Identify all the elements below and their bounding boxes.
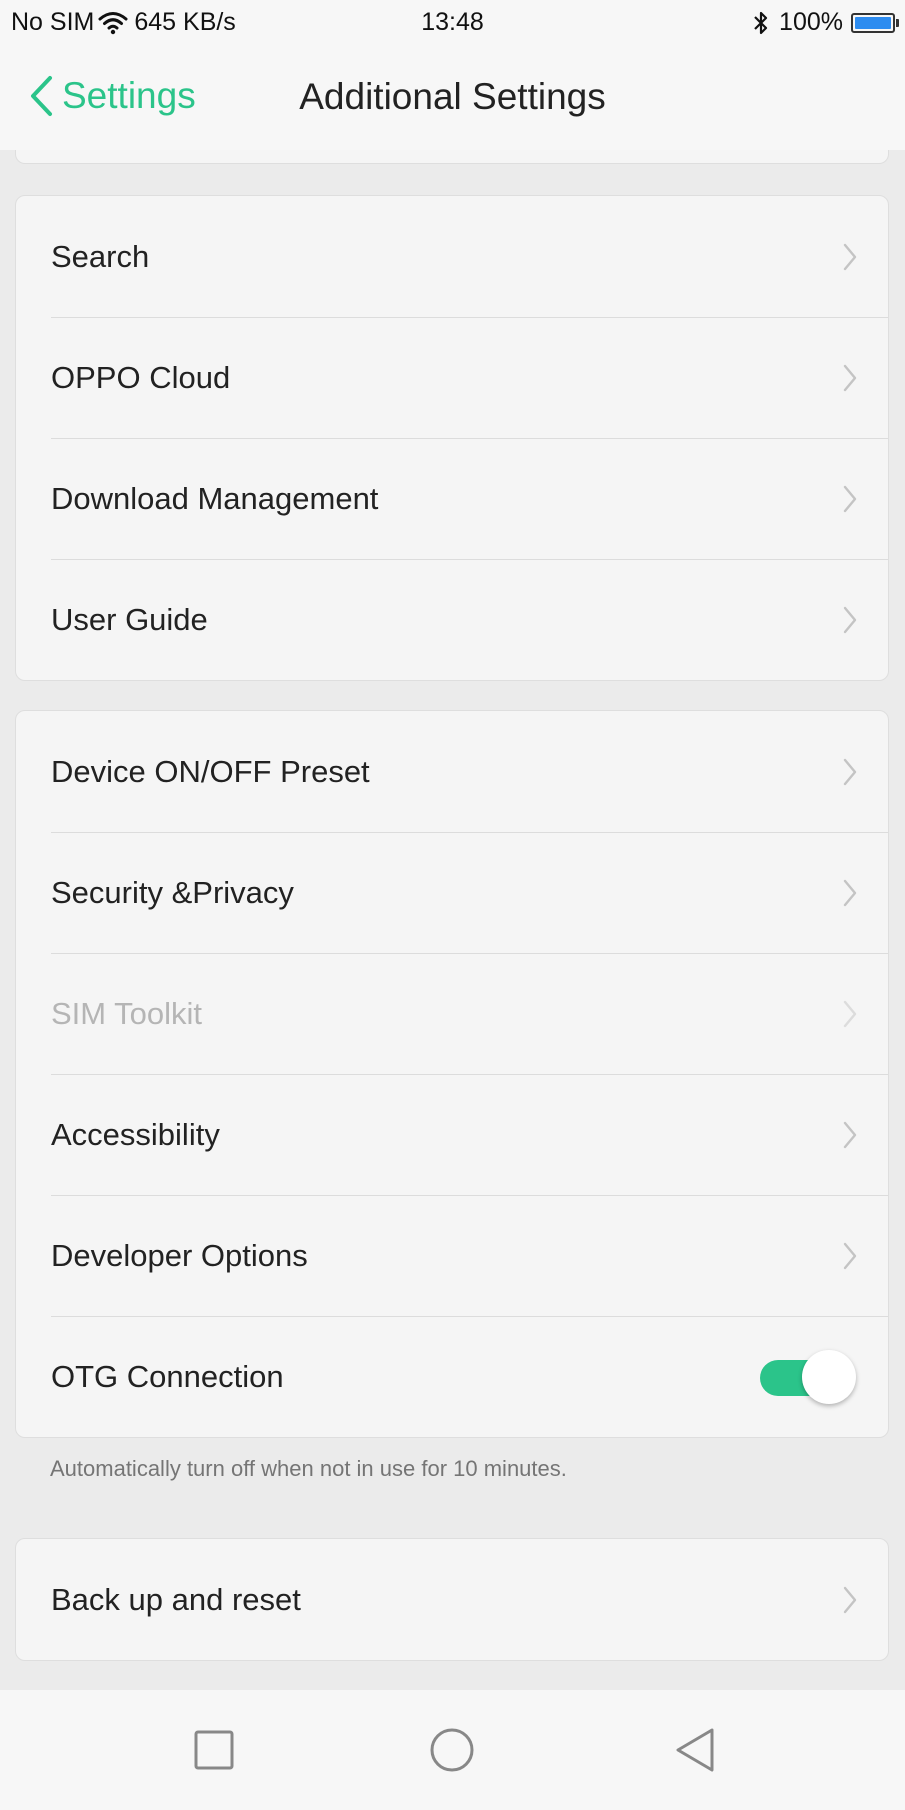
settings-group-2: Device ON/OFF Preset Security &Privacy S…: [15, 710, 889, 1438]
home-icon[interactable]: [428, 1726, 476, 1774]
chevron-right-icon: [843, 243, 857, 271]
settings-item-label: SIM Toolkit: [51, 996, 203, 1031]
settings-item-label: Search: [51, 239, 150, 274]
settings-item-otg-connection: OTG Connection: [16, 1316, 888, 1437]
settings-item-label: User Guide: [51, 602, 208, 637]
settings-group-1: Search OPPO Cloud Download Management Us…: [15, 195, 889, 681]
app-header: Settings Additional Settings: [0, 46, 905, 150]
chevron-right-icon: [843, 879, 857, 907]
settings-item-label: Security &Privacy: [51, 875, 294, 910]
battery-percent: 100%: [779, 8, 843, 36]
recent-apps-icon[interactable]: [190, 1726, 238, 1774]
chevron-right-icon: [843, 606, 857, 634]
settings-item-accessibility[interactable]: Accessibility: [16, 1074, 888, 1195]
settings-item-label: OTG Connection: [51, 1359, 284, 1394]
settings-item-label: Developer Options: [51, 1238, 308, 1273]
chevron-right-icon: [843, 1000, 857, 1028]
bluetooth-icon: [751, 10, 771, 36]
settings-item-security-privacy[interactable]: Security &Privacy: [16, 832, 888, 953]
battery-fill: [855, 16, 891, 29]
settings-item-device-on-off-preset[interactable]: Device ON/OFF Preset: [16, 711, 888, 832]
page-title: Additional Settings: [299, 76, 606, 117]
chevron-right-icon: [843, 1121, 857, 1149]
chevron-right-icon: [843, 364, 857, 392]
settings-item-sim-toolkit: SIM Toolkit: [16, 953, 888, 1074]
settings-item-user-guide[interactable]: User Guide: [16, 559, 888, 680]
settings-group-3: Back up and reset: [15, 1538, 889, 1661]
chevron-right-icon: [843, 1242, 857, 1270]
status-bar: No SIM 645 KB/s 13:48 100%: [0, 0, 905, 46]
settings-item-label: Accessibility: [51, 1117, 220, 1152]
settings-item-developer-options[interactable]: Developer Options: [16, 1195, 888, 1316]
back-triangle-icon[interactable]: [672, 1726, 720, 1774]
settings-item-label: OPPO Cloud: [51, 360, 231, 395]
chevron-right-icon: [843, 485, 857, 513]
settings-item-label: Back up and reset: [51, 1582, 301, 1617]
otg-note: Automatically turn off when not in use f…: [50, 1456, 567, 1481]
settings-item-label: Download Management: [51, 481, 379, 516]
settings-item-download-management[interactable]: Download Management: [16, 438, 888, 559]
settings-item-backup-reset[interactable]: Back up and reset: [16, 1539, 888, 1660]
settings-item-label: Device ON/OFF Preset: [51, 754, 370, 789]
chevron-right-icon: [843, 1586, 857, 1614]
toggle-knob: [802, 1350, 856, 1404]
previous-card-edge: [15, 150, 889, 164]
otg-connection-toggle[interactable]: [758, 1350, 858, 1404]
settings-item-search[interactable]: Search: [16, 196, 888, 317]
status-right: 100%: [751, 8, 899, 37]
chevron-right-icon: [843, 758, 857, 786]
battery-icon: [851, 12, 899, 33]
battery-nub: [896, 18, 899, 27]
settings-item-oppo-cloud[interactable]: OPPO Cloud: [16, 317, 888, 438]
system-nav-bar: [0, 1690, 905, 1810]
